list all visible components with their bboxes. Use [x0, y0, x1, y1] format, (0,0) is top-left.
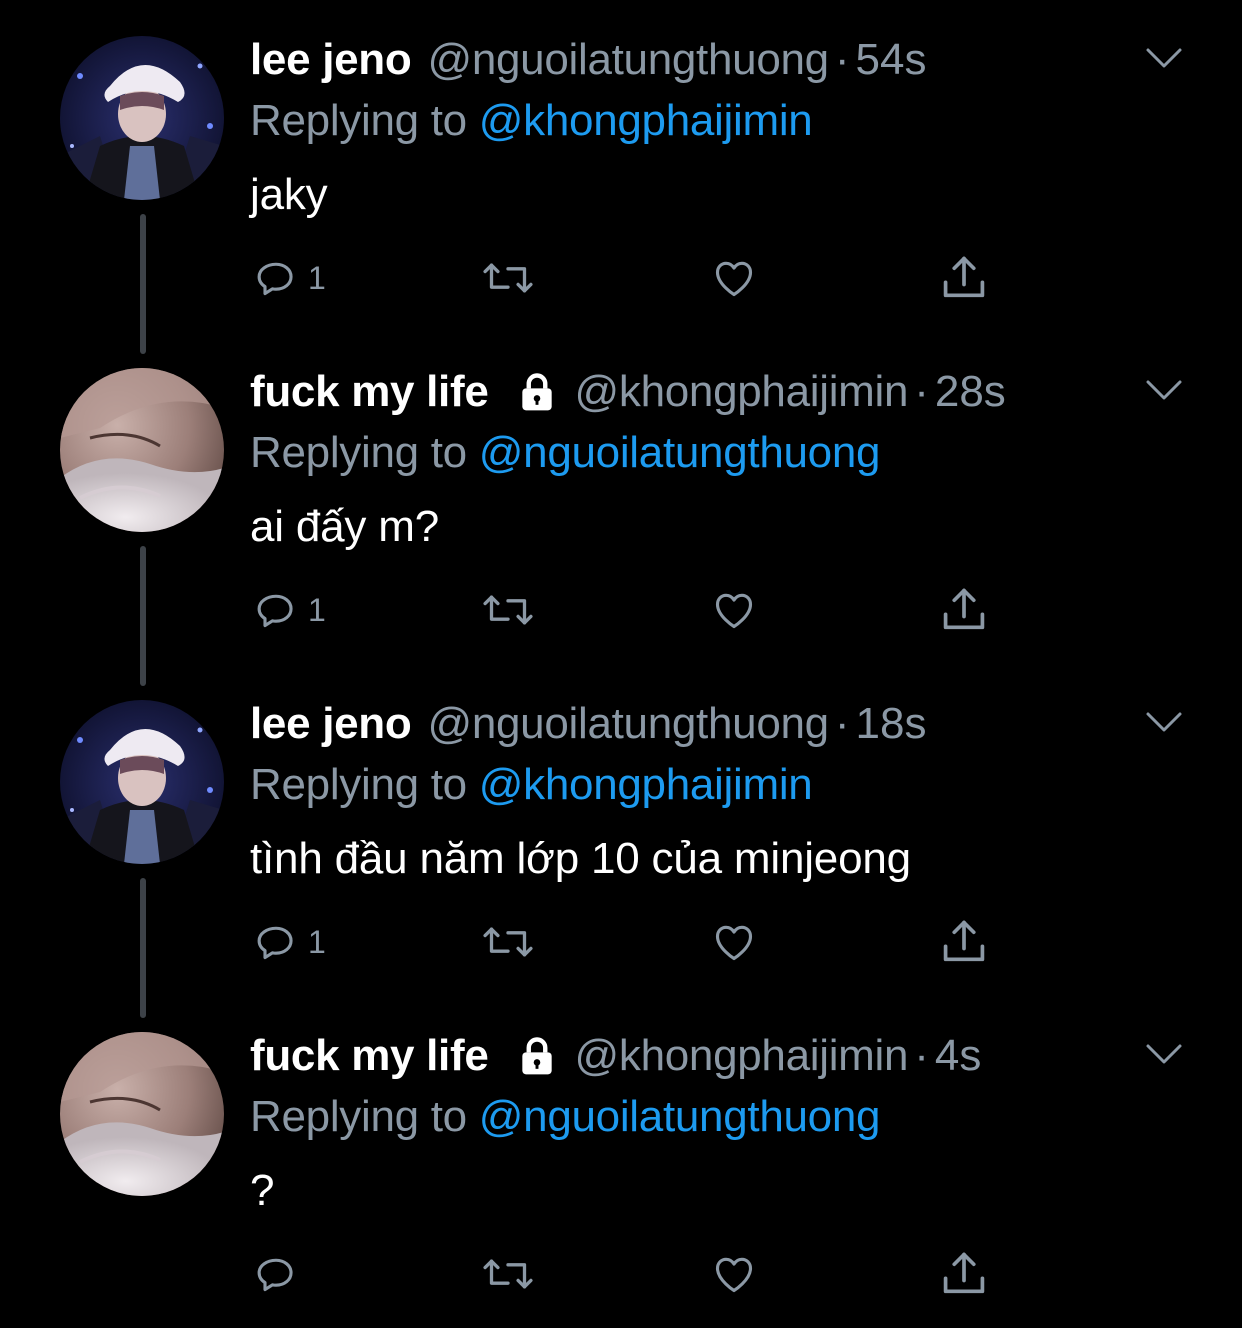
reply-button[interactable]: 1: [254, 580, 326, 640]
tweet-text: jaky: [250, 170, 328, 219]
chevron-down-icon[interactable]: [1144, 44, 1184, 72]
replying-to-link[interactable]: @khongphaijimin: [479, 96, 813, 145]
reply-button[interactable]: [254, 1244, 298, 1304]
tweet-text: tình đầu năm lớp 10 của minjeong: [250, 834, 911, 883]
replying-to-label: Replying to: [250, 96, 467, 145]
tweet-actions: [0, 1244, 1242, 1304]
tweet-header: fuck my life @khongphaijimin · 28s: [250, 366, 1006, 418]
separator-dot: ·: [834, 699, 850, 748]
reply-button[interactable]: 1: [254, 248, 326, 308]
tweet[interactable]: fuck my life @khongphaijimin · 4s Replying t…: [0, 996, 1242, 1328]
retweet-icon: [480, 1252, 536, 1296]
user-handle[interactable]: @khongphaijimin: [575, 367, 909, 417]
avatar-lee-jeno[interactable]: [60, 700, 224, 864]
tweet-header: fuck my life @khongphaijimin · 4s: [250, 1030, 981, 1082]
avatar-fuck-my-life[interactable]: [60, 1032, 224, 1196]
tweet-timestamp[interactable]: 4s: [935, 1031, 981, 1081]
separator-dot: ·: [914, 367, 929, 416]
replying-to-link[interactable]: @nguoilatungthuong: [479, 428, 881, 477]
heart-icon: [710, 256, 758, 300]
reply-icon: [254, 256, 298, 300]
lock-icon: [515, 1034, 559, 1078]
tweet-actions: 1: [0, 248, 1242, 308]
share-icon: [938, 252, 990, 304]
display-name[interactable]: lee jeno: [250, 699, 412, 749]
share-icon: [938, 584, 990, 636]
chevron-down-icon[interactable]: [1144, 376, 1184, 404]
tweet[interactable]: fuck my life @khongphaijimin · 28s Replying …: [0, 332, 1242, 686]
tweet-actions: 1: [0, 580, 1242, 640]
retweet-button[interactable]: [480, 580, 536, 640]
retweet-button[interactable]: [480, 912, 536, 972]
replying-to-label: Replying to: [250, 760, 467, 809]
like-button[interactable]: [710, 248, 758, 308]
retweet-button[interactable]: [480, 248, 536, 308]
avatar-lee-jeno[interactable]: [60, 36, 224, 200]
chevron-down-icon[interactable]: [1144, 1040, 1184, 1068]
share-icon: [938, 916, 990, 968]
retweet-button[interactable]: [480, 1244, 536, 1304]
chevron-down-icon[interactable]: [1144, 708, 1184, 736]
reply-count: 1: [308, 591, 326, 628]
reply-icon: [254, 1252, 298, 1296]
avatar-fuck-my-life[interactable]: [60, 368, 224, 532]
replying-to-link[interactable]: @nguoilatungthuong: [479, 1092, 881, 1141]
replying-to-link[interactable]: @khongphaijimin: [479, 760, 813, 809]
reply-count: 1: [308, 259, 326, 296]
heart-icon: [710, 1252, 758, 1296]
retweet-icon: [480, 920, 536, 964]
reply-count: 1: [308, 923, 326, 960]
tweet-timestamp[interactable]: 28s: [935, 367, 1006, 417]
display-name[interactable]: fuck my life: [250, 1031, 489, 1081]
like-button[interactable]: [710, 912, 758, 972]
tweet[interactable]: lee jeno @nguoilatungthuong · 54s Replying t…: [0, 0, 1242, 354]
share-icon: [938, 1248, 990, 1300]
share-button[interactable]: [938, 912, 990, 972]
reply-icon: [254, 588, 298, 632]
replying-to: Replying to @nguoilatungthuong: [250, 1092, 880, 1142]
reply-button[interactable]: 1: [254, 912, 326, 972]
share-button[interactable]: [938, 1244, 990, 1304]
tweet-thread: lee jeno @nguoilatungthuong · 54s Replying t…: [0, 0, 1242, 1328]
display-name[interactable]: fuck my life: [250, 367, 489, 417]
tweet[interactable]: lee jeno @nguoilatungthuong · 18s Replying t…: [0, 664, 1242, 1018]
tweet-header: lee jeno @nguoilatungthuong · 18s: [250, 698, 926, 750]
user-handle[interactable]: @nguoilatungthuong: [427, 35, 829, 85]
heart-icon: [710, 920, 758, 964]
lock-icon: [515, 370, 559, 414]
user-handle[interactable]: @khongphaijimin: [575, 1031, 909, 1081]
heart-icon: [710, 588, 758, 632]
like-button[interactable]: [710, 1244, 758, 1304]
display-name[interactable]: lee jeno: [250, 35, 412, 85]
tweet-header: lee jeno @nguoilatungthuong · 54s: [250, 34, 926, 86]
reply-icon: [254, 920, 298, 964]
like-button[interactable]: [710, 580, 758, 640]
tweet-text: ai đấy m?: [250, 502, 439, 551]
tweet-timestamp[interactable]: 18s: [856, 699, 927, 749]
separator-dot: ·: [914, 1031, 929, 1080]
retweet-icon: [480, 256, 536, 300]
replying-to: Replying to @khongphaijimin: [250, 96, 813, 146]
user-handle[interactable]: @nguoilatungthuong: [427, 699, 829, 749]
replying-to: Replying to @nguoilatungthuong: [250, 428, 880, 478]
tweet-timestamp[interactable]: 54s: [856, 35, 927, 85]
retweet-icon: [480, 588, 536, 632]
tweet-actions: 1: [0, 912, 1242, 972]
share-button[interactable]: [938, 248, 990, 308]
share-button[interactable]: [938, 580, 990, 640]
replying-to-label: Replying to: [250, 428, 467, 477]
tweet-text: ?: [250, 1166, 275, 1215]
replying-to-label: Replying to: [250, 1092, 467, 1141]
replying-to: Replying to @khongphaijimin: [250, 760, 813, 810]
separator-dot: ·: [834, 35, 850, 84]
